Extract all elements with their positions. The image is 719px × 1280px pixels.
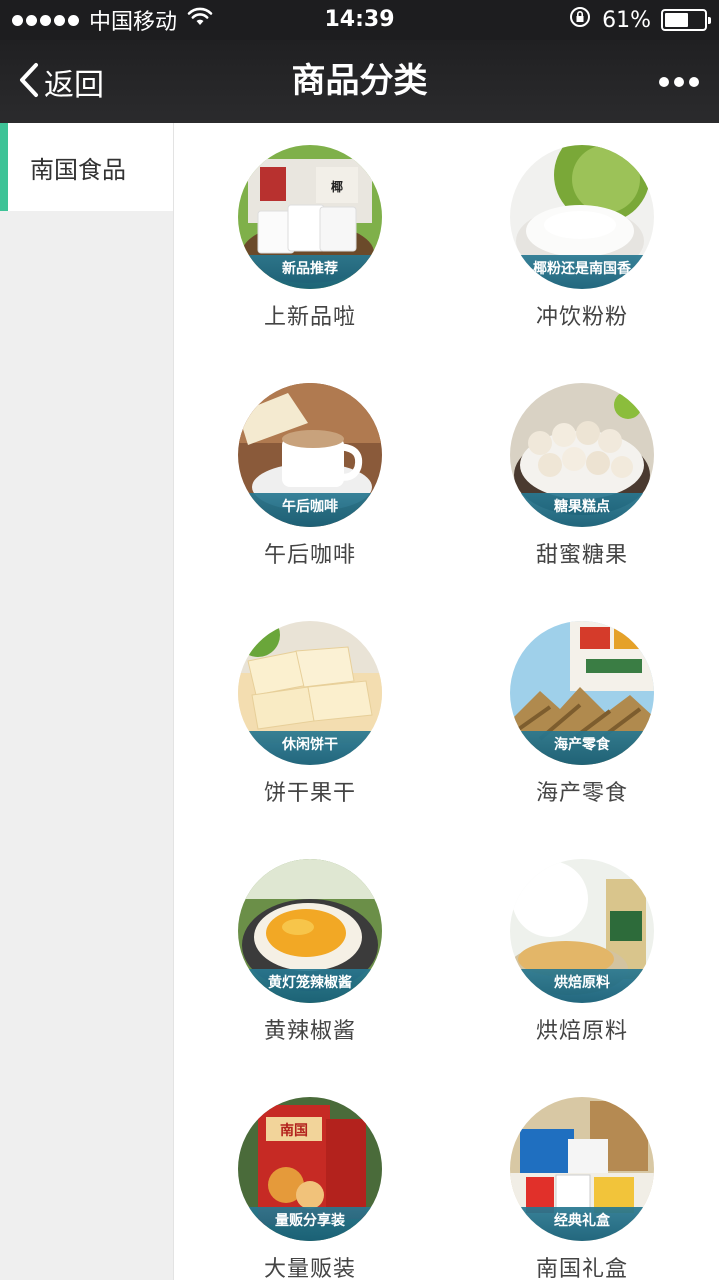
category-label: 午后咖啡	[263, 543, 356, 568]
category-label: 烘焙原料	[535, 1019, 628, 1044]
coconut-powder-image: 椰粉还是南国香	[510, 145, 654, 289]
gift-box-image: 经典礼盒	[510, 1097, 654, 1241]
nav-bar: 返回 商品分类	[0, 40, 719, 123]
more-options-button[interactable]	[659, 40, 699, 123]
image-banner: 休闲饼干	[238, 731, 382, 765]
wafer-biscuits-image: 休闲饼干	[238, 621, 382, 765]
category-afternoon-coffee[interactable]: 午后咖啡 午后咖啡	[174, 361, 446, 599]
more-dot-icon	[674, 76, 684, 87]
category-label: 大量贩装	[263, 1257, 356, 1280]
rotation-lock-icon	[568, 5, 592, 35]
back-label: 返回	[44, 67, 104, 103]
more-dot-icon	[689, 76, 699, 87]
category-label: 甜蜜糖果	[535, 543, 628, 568]
category-label: 黄辣椒酱	[263, 1019, 356, 1044]
coconut-candy-image: 糖果糕点	[510, 383, 654, 527]
category-gift-boxes[interactable]: 经典礼盒 南国礼盒	[446, 1075, 718, 1280]
category-sidebar: 南国食品	[0, 123, 174, 1280]
sidebar-item-label: 南国食品	[30, 155, 126, 184]
bulk-coffee-box-image: 南国 量贩分享装	[238, 1097, 382, 1241]
chili-sauce-image: 黄灯笼辣椒酱	[238, 859, 382, 1003]
status-bar-right: 61%	[568, 5, 711, 35]
category-new-products[interactable]: 椰 新品推荐 上新品啦	[174, 123, 446, 361]
selected-indicator	[0, 123, 8, 211]
more-dot-icon	[659, 76, 669, 87]
category-grid: 椰 新品推荐 上新品啦 椰粉还是南国香 冲饮粉粉 午后咖啡 午后咖啡 糖果糕点 …	[174, 123, 719, 1280]
page-title: 商品分类	[291, 61, 428, 101]
category-label: 冲饮粉粉	[535, 305, 628, 330]
category-drink-powder[interactable]: 椰粉还是南国香 冲饮粉粉	[446, 123, 718, 361]
coffee-cup-image: 午后咖啡	[238, 383, 382, 527]
battery-icon	[661, 9, 711, 31]
category-yellow-chili-sauce[interactable]: 黄灯笼辣椒酱 黄辣椒酱	[174, 837, 446, 1075]
new-products-image: 椰 新品推荐	[238, 145, 382, 289]
category-label: 海产零食	[535, 781, 628, 806]
image-banner: 量贩分享装	[238, 1207, 382, 1241]
category-baking-ingredients[interactable]: 烘焙原料 烘焙原料	[446, 837, 718, 1075]
image-banner: 烘焙原料	[510, 969, 654, 1003]
battery-percent: 61%	[602, 7, 651, 33]
sidebar-item-nanguo-food[interactable]: 南国食品	[0, 123, 173, 211]
category-biscuits-dried-fruit[interactable]: 休闲饼干 饼干果干	[174, 599, 446, 837]
image-banner: 椰粉还是南国香	[510, 255, 654, 289]
image-banner: 午后咖啡	[238, 493, 382, 527]
category-label: 南国礼盒	[535, 1257, 628, 1280]
status-bar: 中国移动 14:39 61%	[0, 0, 719, 40]
category-label: 上新品啦	[263, 305, 356, 330]
image-banner: 经典礼盒	[510, 1207, 654, 1241]
category-bulk-packs[interactable]: 南国 量贩分享装 大量贩装	[174, 1075, 446, 1280]
category-seafood-snacks[interactable]: 海产零食 海产零食	[446, 599, 718, 837]
category-sweet-candy[interactable]: 糖果糕点 甜蜜糖果	[446, 361, 718, 599]
category-label: 饼干果干	[263, 781, 356, 806]
svg-text:南国: 南国	[280, 1122, 308, 1139]
chevron-left-icon	[18, 62, 40, 102]
svg-text:椰: 椰	[331, 179, 343, 194]
baking-ingredients-image: 烘焙原料	[510, 859, 654, 1003]
image-banner: 糖果糕点	[510, 493, 654, 527]
back-button[interactable]: 返回	[18, 40, 104, 123]
image-banner: 新品推荐	[238, 255, 382, 289]
image-banner: 海产零食	[510, 731, 654, 765]
battery-level	[665, 13, 689, 27]
dried-seafood-image: 海产零食	[510, 621, 654, 765]
image-banner: 黄灯笼辣椒酱	[238, 969, 382, 1003]
